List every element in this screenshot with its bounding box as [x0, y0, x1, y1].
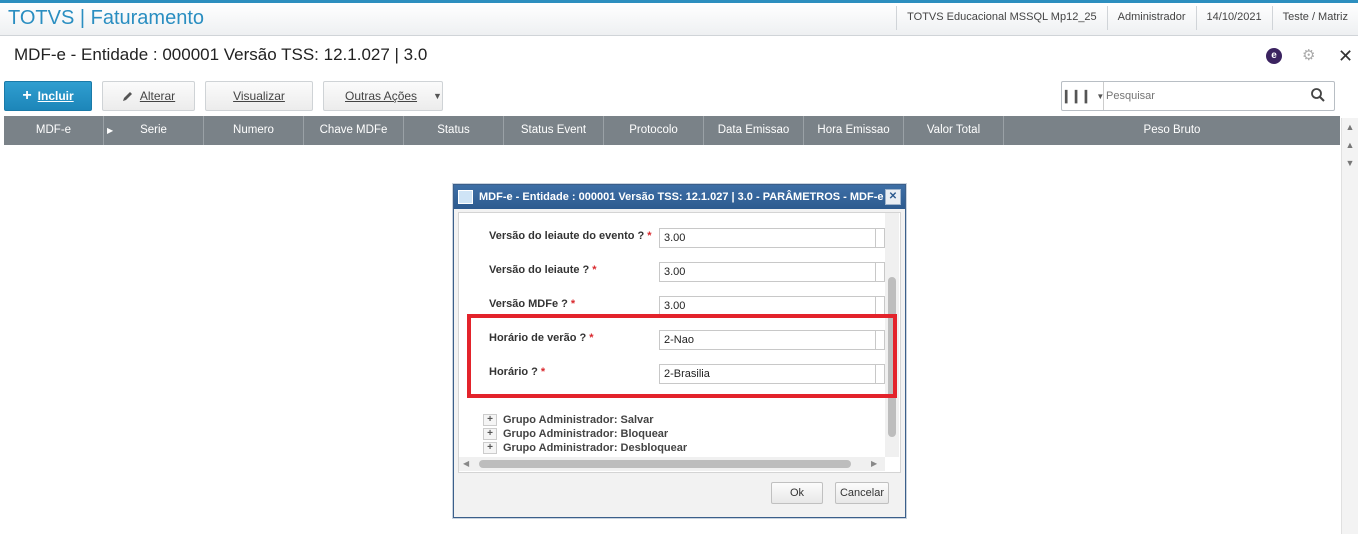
column-header-chave[interactable]: Chave MDFe: [304, 116, 404, 145]
visualizar-button[interactable]: Visualizar: [205, 81, 313, 111]
cancel-button[interactable]: Cancelar: [835, 482, 889, 504]
column-header-peso-bruto[interactable]: Peso Bruto: [1004, 116, 1340, 145]
pencil-icon: [122, 92, 132, 101]
gear-icon[interactable]: ⚙: [1302, 48, 1318, 64]
visualizar-label: Visualizar: [233, 89, 285, 103]
columns-selector[interactable]: ❙❙❙ ▼: [1060, 82, 1105, 110]
versao-mdfe-field[interactable]: 3.00: [659, 296, 885, 316]
scroll-thumb[interactable]: [479, 460, 851, 468]
column-header-serie[interactable]: ▶ Serie: [104, 116, 204, 145]
top-info: TOTVS Educacional MSSQL Mp12_25 Administ…: [896, 6, 1358, 30]
column-header-hora-emissao[interactable]: Hora Emissao: [804, 116, 904, 145]
window-icon: [458, 190, 473, 204]
outras-acoes-button[interactable]: Outras Ações ▼: [323, 81, 443, 111]
expand-plus-icon[interactable]: +: [483, 442, 497, 455]
param-row-versao-leiaute-evento: Versão do leiaute do evento ? * 3.00: [489, 228, 889, 248]
environment-label: TOTVS Educacional MSSQL Mp12_25: [896, 6, 1107, 30]
dialog-horizontal-scrollbar[interactable]: ◀ ▶: [459, 457, 885, 471]
incluir-button[interactable]: + Incluir: [4, 81, 92, 111]
group-admin-bloquear[interactable]: + Grupo Administrador: Bloquear: [483, 428, 668, 441]
top-bar: TOTVS | Faturamento TOTVS Educacional MS…: [0, 0, 1358, 36]
columns-icon: ❙❙❙: [1060, 88, 1092, 103]
branch-label[interactable]: Teste / Matriz: [1271, 6, 1358, 30]
column-header-serie-label: Serie: [140, 124, 167, 136]
column-header-status-event[interactable]: Status Event: [504, 116, 604, 145]
param-label: Versão MDFe ? *: [489, 298, 576, 310]
search-input[interactable]: [1106, 86, 1306, 106]
scroll-left-icon[interactable]: ◀: [463, 459, 469, 468]
outras-acoes-label: Outras Ações: [345, 89, 418, 103]
search-box: ❙❙❙ ▼: [1061, 81, 1335, 111]
date-label: 14/10/2021: [1195, 6, 1272, 30]
group-admin-salvar[interactable]: + Grupo Administrador: Salvar: [483, 414, 654, 427]
grid-header: MDF-e ▶ Serie Numero Chave MDFe Status St…: [4, 116, 1340, 145]
expand-arrow-icon: ▶: [107, 126, 114, 135]
incluir-label: Incluir: [37, 89, 74, 103]
param-row-versao-mdfe: Versão MDFe ? * 3.00: [489, 296, 889, 316]
versao-leiaute-field[interactable]: 3.00: [659, 262, 885, 282]
search-icon[interactable]: [1310, 87, 1326, 103]
param-label: Versão do leiaute ? *: [489, 264, 597, 276]
grid-vertical-scrollbar[interactable]: ▲ ▲ ▼: [1341, 118, 1358, 534]
scroll-right-icon[interactable]: ▶: [871, 459, 877, 468]
column-header-data-emissao[interactable]: Data Emissao: [704, 116, 804, 145]
expand-plus-icon[interactable]: +: [483, 414, 497, 427]
page-title: MDF-e - Entidade : 000001 Versão TSS: 12…: [14, 45, 428, 64]
column-header-mdfe[interactable]: MDF-e: [4, 116, 104, 145]
user-label[interactable]: Administrador: [1106, 6, 1196, 30]
dialog-close-icon[interactable]: ✕: [885, 189, 901, 205]
scroll-top-icon[interactable]: ▲: [1342, 118, 1358, 136]
column-header-protocolo[interactable]: Protocolo: [604, 116, 704, 145]
param-row-versao-leiaute: Versão do leiaute ? * 3.00: [489, 262, 889, 282]
alterar-label: Alterar: [139, 89, 176, 103]
chevron-down-icon: ▼: [1096, 91, 1105, 101]
e-badge-icon[interactable]: e: [1266, 48, 1282, 64]
ok-button[interactable]: Ok: [771, 482, 823, 504]
plus-icon: +: [22, 87, 32, 104]
scroll-down-icon[interactable]: ▼: [1342, 154, 1358, 172]
close-icon[interactable]: ✕: [1338, 47, 1354, 65]
column-header-valor-total[interactable]: Valor Total: [904, 116, 1004, 145]
group-admin-desbloquear[interactable]: + Grupo Administrador: Desbloquear: [483, 442, 687, 455]
scroll-up-icon[interactable]: ▲: [1342, 136, 1358, 154]
column-header-status[interactable]: Status: [404, 116, 504, 145]
dialog-title: MDF-e - Entidade : 000001 Versão TSS: 12…: [454, 185, 905, 209]
param-label: Versão do leiaute do evento ? *: [489, 230, 652, 242]
alterar-button[interactable]: Alterar: [102, 81, 195, 111]
column-header-numero[interactable]: Numero: [204, 116, 304, 145]
expand-plus-icon[interactable]: +: [483, 428, 497, 441]
versao-leiaute-evento-field[interactable]: 3.00: [659, 228, 885, 248]
app-title: TOTVS | Faturamento: [8, 7, 205, 29]
chevron-down-icon: ▼: [433, 91, 442, 101]
highlight-annotation: [467, 314, 897, 398]
